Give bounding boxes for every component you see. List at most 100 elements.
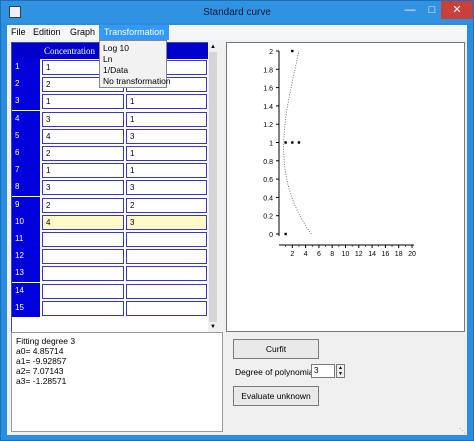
y-tick-label: 2 [269,49,273,56]
x-tick-label: 12 [355,251,363,258]
table-cell-col1[interactable]: 1 [42,163,124,179]
table-cell-col1[interactable]: 1 [42,94,124,110]
table-cell-col2[interactable]: 1 [126,163,207,179]
menu-item-log10[interactable]: Log 10 [103,43,129,53]
menu-transformation[interactable]: Transformation [99,25,170,40]
row-number[interactable]: 1 [12,59,40,76]
scroll-up-icon[interactable]: ▲ [209,43,217,51]
fit-curve [283,50,312,235]
row-number[interactable]: 9 [12,196,40,214]
data-point [284,232,287,236]
table-cell-col2[interactable] [126,249,207,265]
table-cell-col1[interactable] [42,283,124,299]
table-cell-col2[interactable]: 3 [126,128,207,144]
data-point [291,49,294,53]
degree-spinner[interactable]: ▲ ▼ [336,364,345,378]
row-number[interactable]: 10 [12,213,40,231]
row-number[interactable]: 4 [12,110,40,128]
data-point [297,141,301,144]
row-number[interactable]: 7 [12,162,40,180]
menu-item-reciprocal[interactable]: 1/Data [103,65,128,75]
data-point [291,141,294,144]
table-cell-col1[interactable]: 2 [42,197,124,213]
degree-label: Degree of polynomial [235,367,316,377]
table-cell-col2[interactable] [126,266,207,282]
x-tick-label: 14 [368,251,376,258]
table-cell-col1[interactable]: 4 [42,128,124,144]
table-cell-col2[interactable]: 1 [126,146,207,161]
results-panel: Fitting degree 3 a0= 4.85714 a1= -9.9285… [11,332,223,432]
table-cell-col1[interactable] [42,232,124,247]
y-tick-label: 0.2 [263,214,273,221]
y-tick-label: 1.2 [263,122,273,129]
close-icon[interactable]: ✕ [441,1,473,19]
table-cell-col2[interactable]: 2 [126,197,207,213]
table-corner-header [12,43,40,59]
table-cell-col1[interactable] [42,249,124,265]
data-point [284,141,287,144]
row-number[interactable]: 11 [12,231,40,248]
title-bar[interactable]: Standard curve — □ ✕ [1,1,473,23]
row-number[interactable]: 2 [12,76,40,94]
spin-down-icon[interactable]: ▼ [337,371,344,377]
maximize-icon[interactable]: □ [421,1,443,19]
table-cell-col1[interactable] [42,266,124,282]
standard-curve-plot: 0 0.2 0.4 0.6 0.8 1 1.2 1.4 1.6 1.8 2 2 4 6 8 10 12 14 16 1… [226,42,465,332]
y-tick-label: 1.6 [263,86,273,93]
transformation-dropdown: Log 10 Ln 1/Data No transformation [99,40,171,88]
y-tick-label: 1.4 [263,104,273,111]
table-cell-col2[interactable] [126,283,207,299]
table-cell-col1[interactable]: 3 [42,180,124,196]
y-tick-label: 1 [269,141,273,148]
row-number[interactable]: 13 [12,265,40,283]
coefficient-a3: a3= -1.28571 [16,376,67,386]
row-number[interactable]: 12 [12,248,40,266]
curfit-button[interactable]: Curfit [233,339,319,359]
evaluate-unknown-button[interactable]: Evaluate unknown [233,386,319,406]
minimize-icon[interactable]: — [399,1,421,19]
x-tick-label: 20 [408,251,416,258]
menu-graph[interactable]: Graph [70,27,95,37]
y-tick-label: 0.6 [263,177,273,184]
row-number[interactable]: 6 [12,145,40,162]
table-scrollbar[interactable]: ▲ ▼ [208,42,218,332]
row-number[interactable]: 5 [12,127,40,145]
coefficient-a2: a2= 7.07143 [16,366,64,376]
menu-edition[interactable]: Edition [33,27,61,37]
menu-item-ln[interactable]: Ln [103,54,112,64]
table-cell-col2[interactable]: 3 [126,214,207,230]
x-tick-label: 18 [395,251,403,258]
x-tick-label: 2 [290,251,294,258]
scroll-thumb[interactable] [209,52,217,322]
resize-grip-icon[interactable]: ⋱ [459,427,467,435]
fit-degree-text: Fitting degree 3 [16,336,76,346]
coefficient-a1: a1= -9.92857 [16,356,67,366]
table-cell-col1[interactable]: 4 [42,214,124,230]
table-cell-col1[interactable]: 3 [42,111,124,127]
row-number[interactable]: 3 [12,93,40,111]
x-tick-label: 4 [304,251,308,258]
table-cell-col2[interactable]: 1 [126,94,207,110]
table-cell-col2[interactable]: 3 [126,180,207,196]
menu-file[interactable]: File [11,27,26,37]
menu-item-no-transformation[interactable]: No transformation [103,76,171,86]
row-number[interactable]: 15 [12,299,40,317]
y-tick-label: 0.4 [263,195,273,202]
x-tick-label: 16 [382,251,390,258]
y-tick-label: 0 [269,232,273,239]
degree-input[interactable]: 3 [311,364,335,378]
table-cell-col1[interactable] [42,300,124,316]
chart-svg: 0 0.2 0.4 0.6 0.8 1 1.2 1.4 1.6 1.8 2 2 4 6 8 10 12 14 16 1… [263,49,416,258]
table-cell-col2[interactable] [126,232,207,247]
table-cell-col2[interactable]: 1 [126,111,207,127]
row-number[interactable]: 14 [12,282,40,300]
scroll-down-icon[interactable]: ▼ [209,323,217,331]
app-window: Standard curve — □ ✕ File Edition Graph … [0,0,474,441]
table-cell-col2[interactable] [126,300,207,316]
row-number[interactable]: 8 [12,179,40,197]
table-cell-col1[interactable]: 2 [42,146,124,161]
x-tick-label: 6 [317,251,321,258]
x-tick-label: 10 [342,251,350,258]
coefficient-a0: a0= 4.85714 [16,346,64,356]
y-tick-label: 0.8 [263,159,273,166]
